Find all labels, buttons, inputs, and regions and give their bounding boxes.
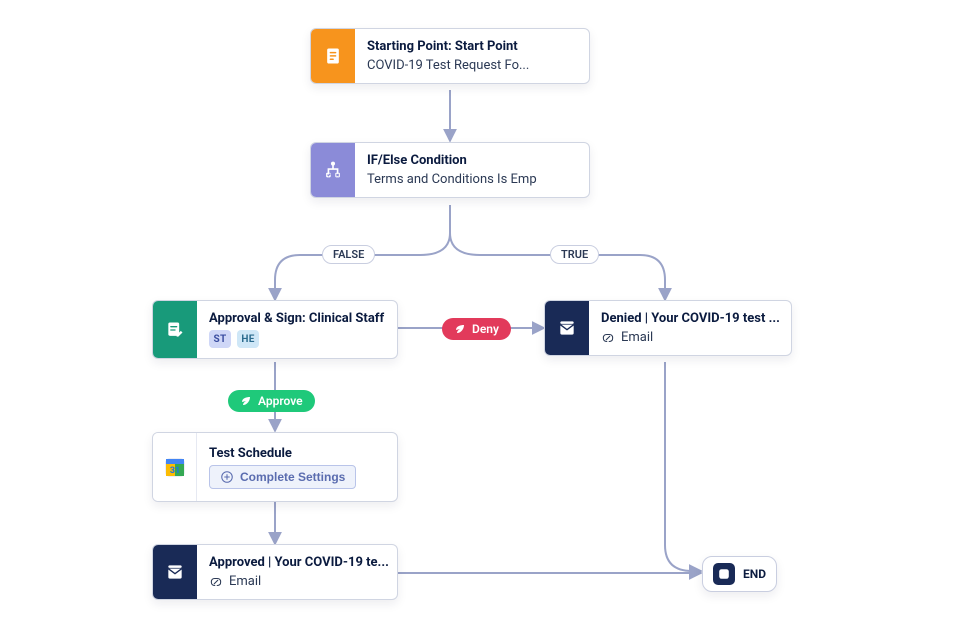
- signature-icon: [153, 301, 197, 358]
- node-subtitle: Email: [621, 330, 653, 345]
- email-tray-icon: [545, 301, 589, 355]
- branch-label-deny: Deny: [442, 318, 511, 340]
- document-icon: [311, 29, 355, 83]
- calendar-icon: 31: [153, 433, 197, 501]
- stop-icon: [713, 563, 735, 585]
- branch-label-approve: Approve: [228, 390, 315, 412]
- leaf-icon: [454, 323, 466, 335]
- node-title: Approved | Your COVID-19 te...: [209, 555, 383, 570]
- node-denied-email[interactable]: Denied | Your COVID-19 test ... Email: [544, 300, 792, 356]
- node-if-else-condition[interactable]: IF/Else Condition Terms and Conditions I…: [310, 142, 590, 198]
- link-icon: [209, 575, 223, 589]
- node-end[interactable]: END: [702, 556, 777, 592]
- plus-circle-icon: [220, 470, 234, 484]
- node-subtitle: Terms and Conditions Is Emp: [367, 172, 537, 187]
- node-title: Starting Point: Start Point: [367, 39, 529, 54]
- node-title: Test Schedule: [209, 446, 356, 461]
- complete-settings-button[interactable]: Complete Settings: [209, 465, 356, 489]
- node-approval-sign[interactable]: Approval & Sign: Clinical Staff ST HE: [152, 300, 398, 359]
- branch-label-false: FALSE: [322, 245, 375, 264]
- connector-lines: [0, 0, 968, 633]
- branch-label-true: TRUE: [550, 245, 599, 264]
- branch-icon: [311, 143, 355, 197]
- svg-text:31: 31: [169, 466, 179, 476]
- node-title: Denied | Your COVID-19 test ...: [601, 311, 777, 326]
- node-subtitle: COVID-19 Test Request Fo...: [367, 58, 529, 73]
- link-icon: [601, 331, 615, 345]
- node-title: IF/Else Condition: [367, 153, 537, 168]
- node-subtitle: Email: [229, 574, 261, 589]
- node-test-schedule[interactable]: 31 Test Schedule Complete Settings: [152, 432, 398, 502]
- assignee-badges: ST HE: [209, 330, 383, 348]
- node-approved-email[interactable]: Approved | Your COVID-19 te... Email: [152, 544, 398, 600]
- workflow-canvas: Starting Point: Start Point COVID-19 Tes…: [0, 0, 968, 633]
- node-start-point[interactable]: Starting Point: Start Point COVID-19 Tes…: [310, 28, 590, 84]
- leaf-icon: [240, 395, 252, 407]
- badge-he: HE: [237, 330, 259, 348]
- badge-st: ST: [209, 330, 231, 348]
- end-label: END: [743, 567, 766, 581]
- email-tray-icon: [153, 545, 197, 599]
- node-title: Approval & Sign: Clinical Staff: [209, 311, 383, 326]
